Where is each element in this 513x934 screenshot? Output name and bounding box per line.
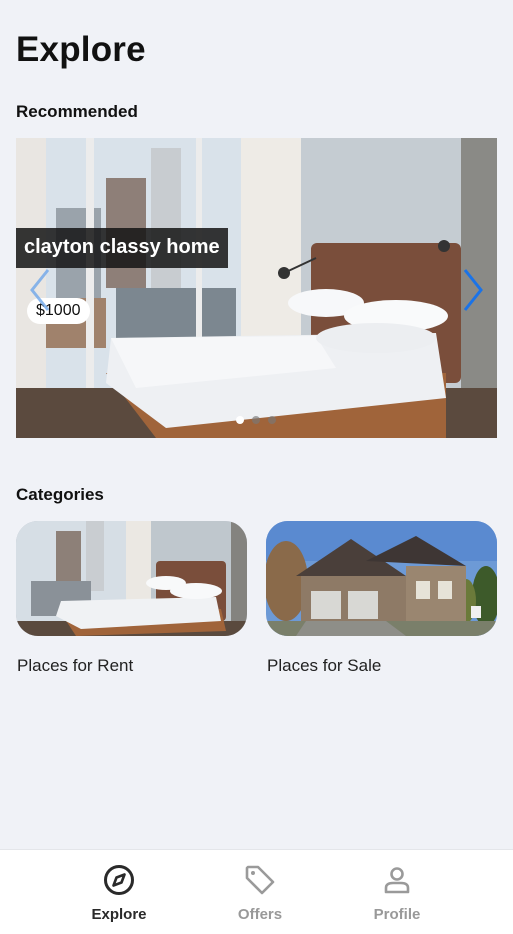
person-icon	[384, 867, 410, 894]
nav-offers[interactable]: Offers	[215, 862, 305, 923]
tag-icon	[245, 865, 275, 895]
nav-offers-label: Offers	[237, 906, 283, 923]
bedroom-photo	[16, 138, 497, 438]
compass-icon	[104, 865, 134, 895]
page-title: Explore	[16, 30, 146, 69]
house-thumbnail	[266, 521, 497, 636]
category-image-sale[interactable]	[266, 521, 497, 636]
bottom-navigation: Explore Offers Profile	[0, 849, 513, 934]
chevron-right-icon	[463, 269, 483, 311]
carousel-next-button[interactable]	[459, 266, 487, 314]
category-label-sale[interactable]: Places for Sale	[266, 656, 497, 676]
recommended-carousel[interactable]: clayton classy home $1000	[16, 138, 497, 438]
listing-title[interactable]: clayton classy home	[16, 228, 228, 268]
category-card-sale[interactable]: Places for Sale	[266, 521, 497, 676]
carousel-dot[interactable]	[268, 416, 276, 424]
carousel-prev-button[interactable]	[26, 266, 54, 314]
nav-profile-label: Profile	[373, 906, 421, 923]
chevron-left-icon	[30, 269, 50, 311]
nav-profile[interactable]: Profile	[352, 862, 442, 923]
categories-heading: Categories	[16, 485, 104, 504]
carousel-dot[interactable]	[252, 416, 260, 424]
nav-explore[interactable]: Explore	[74, 862, 164, 923]
bedroom-thumbnail	[16, 521, 247, 636]
category-image-rent[interactable]	[16, 521, 247, 636]
carousel-pagination	[236, 416, 276, 424]
category-label-rent[interactable]: Places for Rent	[16, 656, 247, 676]
recommended-heading: Recommended	[16, 102, 138, 121]
carousel-dot[interactable]	[236, 416, 244, 424]
nav-explore-label: Explore	[91, 906, 147, 923]
category-card-rent[interactable]: Places for Rent	[16, 521, 247, 676]
